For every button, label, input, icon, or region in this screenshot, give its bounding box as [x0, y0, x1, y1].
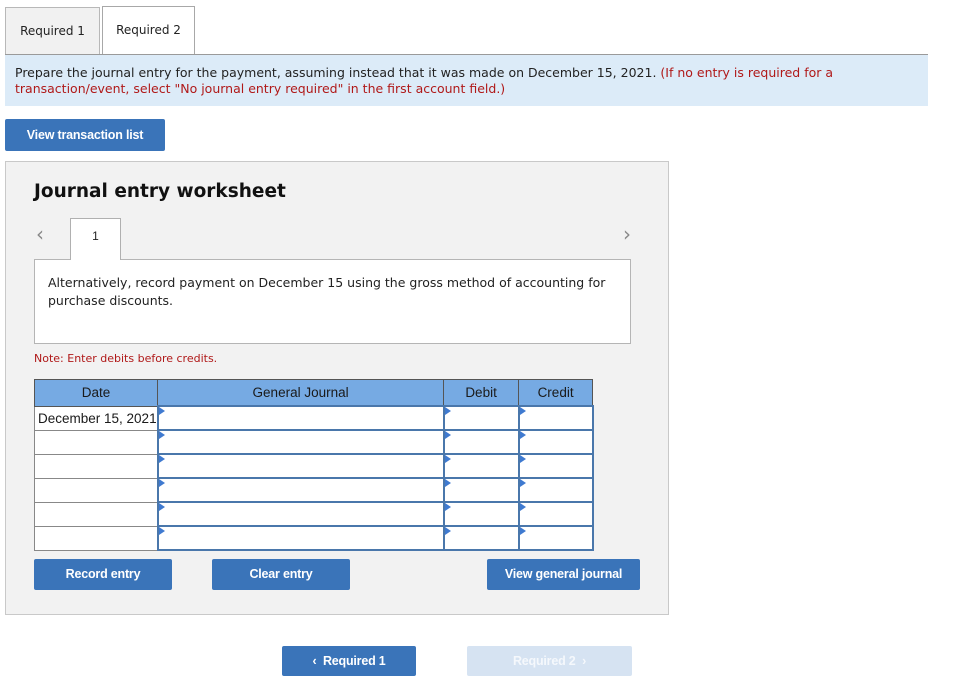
credit-input[interactable] [517, 501, 594, 527]
instruction-text: Prepare the journal entry for the paymen… [15, 65, 657, 80]
credit-input[interactable] [517, 453, 594, 479]
debit-input[interactable] [442, 429, 520, 455]
credit-input[interactable] [517, 405, 594, 431]
tab-required-2[interactable]: Required 2 [102, 6, 195, 54]
journal-table: Date General Journal Debit Credit Decemb… [33, 379, 594, 551]
account-input[interactable] [156, 453, 445, 479]
debit-input[interactable] [442, 405, 520, 431]
debit-input[interactable] [442, 525, 520, 551]
chevron-left-icon[interactable]: ‹ [36, 222, 44, 246]
date-cell [33, 477, 159, 503]
instruction-banner: Prepare the journal entry for the paymen… [5, 54, 928, 106]
prev-required-1-button[interactable]: ‹ Required 1 [282, 646, 416, 676]
view-general-journal-button[interactable]: View general journal [487, 559, 640, 590]
table-row [33, 477, 594, 503]
debit-input[interactable] [442, 453, 520, 479]
date-cell [33, 453, 159, 479]
date-cell [33, 429, 159, 455]
entry-description: Alternatively, record payment on Decembe… [34, 259, 631, 344]
tab-required-1[interactable]: Required 1 [5, 7, 100, 54]
header-credit: Credit [518, 379, 594, 407]
worksheet-title: Journal entry worksheet [34, 181, 286, 202]
header-date: Date [33, 379, 159, 407]
chevron-right-icon[interactable]: › [623, 222, 631, 246]
table-row: December 15, 2021 [33, 405, 594, 431]
account-input[interactable] [156, 405, 445, 431]
table-row [33, 501, 594, 527]
account-input[interactable] [156, 429, 445, 455]
debit-input[interactable] [442, 477, 520, 503]
record-entry-button[interactable]: Record entry [34, 559, 172, 590]
next-required-2-button: Required 2 › [467, 646, 632, 676]
entry-tab-1[interactable]: 1 [70, 218, 121, 260]
date-cell: December 15, 2021 [33, 405, 159, 431]
table-row [33, 429, 594, 455]
date-cell [33, 501, 159, 527]
table-row [33, 453, 594, 479]
credit-input[interactable] [517, 525, 594, 551]
debits-note: Note: Enter debits before credits. [34, 352, 218, 365]
date-cell [33, 525, 159, 551]
header-general-journal: General Journal [157, 379, 445, 407]
journal-entry-worksheet-panel: Journal entry worksheet ‹ › 1 Alternativ… [5, 161, 669, 615]
account-input[interactable] [156, 525, 445, 551]
account-input[interactable] [156, 501, 445, 527]
account-input[interactable] [156, 477, 445, 503]
table-header-row: Date General Journal Debit Credit [33, 379, 594, 407]
credit-input[interactable] [517, 429, 594, 455]
credit-input[interactable] [517, 477, 594, 503]
table-row [33, 525, 594, 551]
debit-input[interactable] [442, 501, 520, 527]
view-transaction-list-button[interactable]: View transaction list [5, 119, 165, 151]
clear-entry-button[interactable]: Clear entry [212, 559, 350, 590]
header-debit: Debit [443, 379, 520, 407]
